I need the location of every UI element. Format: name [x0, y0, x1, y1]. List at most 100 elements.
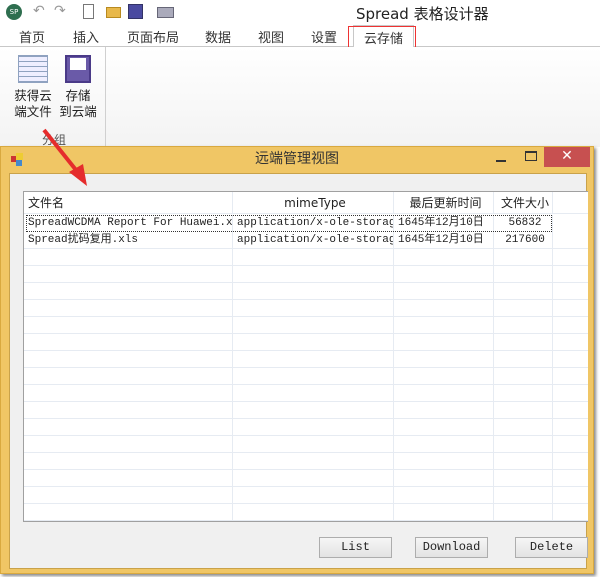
table-cell[interactable]: [553, 283, 588, 299]
table-cell[interactable]: [553, 504, 588, 520]
table-cell[interactable]: [24, 283, 233, 299]
table-cell[interactable]: [233, 402, 394, 418]
table-cell[interactable]: [394, 351, 494, 367]
table-cell[interactable]: [233, 351, 394, 367]
table-cell[interactable]: [394, 334, 494, 350]
table-cell[interactable]: [233, 436, 394, 452]
table-cell[interactable]: [553, 351, 588, 367]
table-cell[interactable]: [394, 249, 494, 265]
table-cell[interactable]: [394, 368, 494, 384]
table-cell[interactable]: [394, 504, 494, 520]
table-cell[interactable]: [24, 504, 233, 520]
table-cell[interactable]: [233, 249, 394, 265]
table-cell[interactable]: [394, 300, 494, 316]
table-cell[interactable]: [24, 317, 233, 333]
table-cell[interactable]: application/x-ole-storage: [233, 232, 394, 248]
redo-icon[interactable]: ↷: [54, 4, 69, 19]
table-cell[interactable]: [24, 385, 233, 401]
column-header-size[interactable]: 文件大小: [494, 192, 553, 213]
table-cell[interactable]: [553, 487, 588, 503]
open-folder-icon[interactable]: [106, 7, 121, 18]
empty-row[interactable]: [24, 504, 588, 521]
table-cell[interactable]: [553, 266, 588, 282]
table-cell[interactable]: [24, 351, 233, 367]
table-cell[interactable]: [394, 317, 494, 333]
table-cell[interactable]: [553, 249, 588, 265]
table-cell[interactable]: [24, 470, 233, 486]
table-cell[interactable]: [233, 266, 394, 282]
table-cell[interactable]: [394, 385, 494, 401]
minimize-button[interactable]: [496, 151, 510, 165]
table-cell[interactable]: [494, 385, 553, 401]
table-cell[interactable]: [394, 402, 494, 418]
table-cell[interactable]: [494, 402, 553, 418]
table-cell[interactable]: [394, 266, 494, 282]
table-cell[interactable]: [553, 470, 588, 486]
table-row[interactable]: SpreadWCDMA Report For Huawei.xls applica…: [24, 215, 588, 232]
empty-row[interactable]: [24, 266, 588, 283]
table-cell[interactable]: [553, 215, 588, 232]
column-header-filename[interactable]: 文件名: [24, 192, 233, 213]
table-cell[interactable]: [394, 419, 494, 435]
new-file-icon[interactable]: [83, 4, 94, 19]
empty-row[interactable]: [24, 402, 588, 419]
table-cell[interactable]: 217600: [494, 232, 553, 248]
table-cell[interactable]: [494, 266, 553, 282]
table-cell[interactable]: [233, 487, 394, 503]
empty-row[interactable]: [24, 283, 588, 300]
tab-data[interactable]: 数据: [205, 27, 231, 46]
table-row[interactable]: Spread扰码复用.xls application/x-ole-storage 1…: [24, 232, 588, 249]
table-cell[interactable]: [494, 504, 553, 520]
table-cell[interactable]: [24, 453, 233, 469]
undo-icon[interactable]: ↶: [33, 4, 48, 19]
download-button[interactable]: Download: [415, 537, 488, 558]
table-cell[interactable]: [394, 453, 494, 469]
table-cell[interactable]: [553, 436, 588, 452]
table-cell[interactable]: [494, 300, 553, 316]
table-cell[interactable]: [494, 334, 553, 350]
tab-view[interactable]: 视图: [258, 27, 284, 46]
empty-row[interactable]: [24, 385, 588, 402]
delete-button[interactable]: Delete: [515, 537, 588, 558]
table-cell[interactable]: [553, 334, 588, 350]
table-cell[interactable]: [494, 249, 553, 265]
table-cell[interactable]: [553, 385, 588, 401]
table-cell[interactable]: [233, 283, 394, 299]
table-cell[interactable]: [24, 249, 233, 265]
table-cell[interactable]: [553, 402, 588, 418]
empty-row[interactable]: [24, 334, 588, 351]
table-cell[interactable]: [233, 419, 394, 435]
table-cell[interactable]: [553, 300, 588, 316]
empty-row[interactable]: [24, 453, 588, 470]
column-header-mimetype[interactable]: mimeType: [233, 192, 394, 213]
table-cell[interactable]: [24, 402, 233, 418]
table-cell[interactable]: [233, 368, 394, 384]
empty-row[interactable]: [24, 351, 588, 368]
empty-row[interactable]: [24, 249, 588, 266]
table-cell[interactable]: [394, 436, 494, 452]
table-cell[interactable]: [553, 419, 588, 435]
maximize-button[interactable]: [525, 151, 537, 161]
print-icon[interactable]: [157, 7, 174, 18]
table-cell[interactable]: [233, 385, 394, 401]
table-cell[interactable]: [24, 368, 233, 384]
table-cell[interactable]: [494, 453, 553, 469]
table-cell[interactable]: [24, 487, 233, 503]
empty-row[interactable]: [24, 487, 588, 504]
table-cell[interactable]: [494, 351, 553, 367]
table-cell[interactable]: [394, 283, 494, 299]
table-cell[interactable]: [394, 487, 494, 503]
table-cell[interactable]: [24, 300, 233, 316]
table-cell[interactable]: [24, 436, 233, 452]
table-cell[interactable]: [553, 232, 588, 248]
table-cell[interactable]: [494, 283, 553, 299]
empty-row[interactable]: [24, 368, 588, 385]
table-cell[interactable]: Spread扰码复用.xls: [24, 232, 233, 248]
table-cell[interactable]: [494, 470, 553, 486]
empty-row[interactable]: [24, 470, 588, 487]
table-cell[interactable]: [553, 453, 588, 469]
file-list-grid[interactable]: 文件名 mimeType 最后更新时间 文件大小 SpreadWCDMA Rep…: [23, 191, 588, 522]
save-to-cloud-button[interactable]: 存储 到云端: [58, 55, 98, 120]
table-cell[interactable]: [233, 300, 394, 316]
table-cell[interactable]: [233, 334, 394, 350]
